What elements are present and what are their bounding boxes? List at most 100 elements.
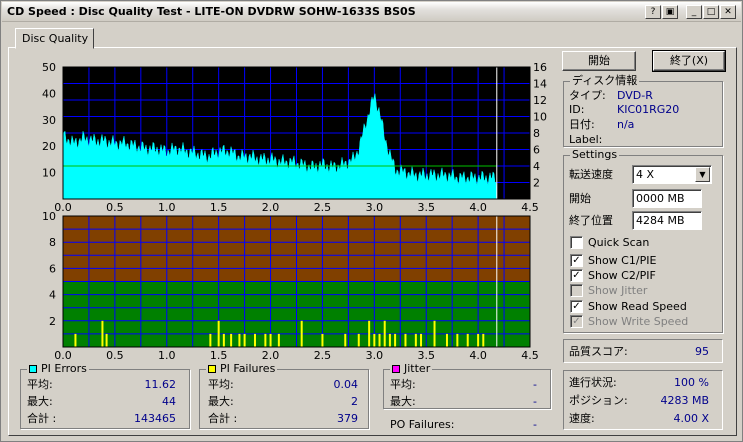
chart2-x-tick: 4.0 bbox=[469, 349, 487, 362]
end-pos-input[interactable]: 4284 MB bbox=[632, 211, 702, 230]
jitter-avg-label: 平均: bbox=[390, 378, 416, 391]
chart2-y-tick: 10 bbox=[42, 210, 56, 223]
chart2-x-tick: 0.5 bbox=[106, 349, 124, 362]
pi-failure-bar bbox=[105, 333, 108, 347]
pi-failures-title: PI Failures bbox=[206, 363, 278, 375]
chart2-y-tick: 2 bbox=[49, 315, 56, 328]
minimize-icon[interactable]: _ bbox=[686, 5, 702, 19]
disc-type-value: DVD-R bbox=[617, 89, 653, 102]
stop-button[interactable]: 終了(X) bbox=[652, 50, 726, 72]
chart1-y-tick-left: 50 bbox=[42, 61, 56, 74]
quality-score-box: 品質スコア: 95 bbox=[563, 339, 723, 363]
pi-errors-group: PI Errors 平均: 11.62 最大: 44 合計 : 143465 bbox=[20, 363, 190, 429]
help-icon[interactable]: ? bbox=[645, 5, 661, 19]
pi-failures-avg-value: 0.04 bbox=[333, 378, 359, 391]
pi-errors-total-label: 合計 : bbox=[27, 412, 57, 425]
pi-errors-chart: 0.0 0.5 1.0 1.5 2.0 2.5 3.0 3.5 4.0 4.5 10 20 30 40 50… bbox=[42, 61, 547, 214]
jitter-avg-value: - bbox=[533, 378, 537, 391]
speed-select-value: 4 X bbox=[636, 168, 655, 181]
show-read-speed-label: Show Read Speed bbox=[588, 300, 687, 313]
disc-id-value: KIC01RG20 bbox=[617, 103, 680, 116]
chart1-y-tick-right: 4 bbox=[533, 160, 540, 173]
disc-id-label: ID: bbox=[569, 103, 585, 116]
pi-failure-bar bbox=[368, 320, 371, 347]
pi-failure-bar bbox=[414, 333, 417, 347]
chevron-down-icon[interactable]: ▼ bbox=[695, 167, 710, 182]
pi-failure-bar bbox=[321, 333, 324, 347]
show-write-speed-checkbox: ✓ bbox=[570, 315, 583, 328]
pi-failure-bar bbox=[217, 320, 220, 347]
chart1-y-tick-left: 40 bbox=[42, 87, 56, 100]
quality-score-value: 95 bbox=[695, 345, 709, 358]
chart1-y-tick-left: 10 bbox=[42, 167, 56, 180]
chart1-x-tick: 2.5 bbox=[314, 201, 332, 214]
pi-failure-bar bbox=[238, 333, 241, 347]
pi-failure-bar bbox=[344, 333, 347, 347]
jitter-color-swatch bbox=[392, 365, 400, 373]
chart1-y-tick-right: 6 bbox=[533, 144, 540, 157]
pi-errors-max-label: 最大: bbox=[27, 395, 53, 408]
pi-failure-bar bbox=[357, 333, 360, 347]
chart2-x-tick: 2.5 bbox=[314, 349, 332, 362]
pi-failures-total-value: 379 bbox=[337, 412, 358, 425]
chart1-y-tick-left: 20 bbox=[42, 140, 56, 153]
chart2-x-tick: 1.0 bbox=[158, 349, 176, 362]
show-c1-checkbox[interactable]: ✓ bbox=[570, 254, 583, 267]
pi-failure-bar bbox=[394, 333, 397, 347]
pi-failures-total-label: 合計 : bbox=[208, 412, 238, 425]
show-c2-checkbox[interactable]: ✓ bbox=[570, 269, 583, 282]
chart1-y-tick-right: 14 bbox=[533, 78, 547, 91]
chart1-x-tick: 1.5 bbox=[210, 201, 228, 214]
pi-failure-bar bbox=[277, 333, 280, 347]
chart1-y-tick-right: 16 bbox=[533, 61, 547, 74]
pi-failure-bar bbox=[445, 333, 448, 347]
pi-errors-max-value: 44 bbox=[162, 395, 176, 408]
position-label: ポジション: bbox=[569, 394, 628, 407]
progress-label: 進行状況: bbox=[569, 376, 617, 389]
jitter-max-label: 最大: bbox=[390, 395, 416, 408]
pi-failure-bar bbox=[253, 333, 256, 347]
chart2-y-tick: 6 bbox=[49, 262, 56, 275]
pi-failure-bar bbox=[404, 333, 407, 347]
po-failures-label: PO Failures: bbox=[390, 418, 455, 431]
quick-scan-label: Quick Scan bbox=[588, 236, 650, 249]
maximize-icon[interactable]: □ bbox=[703, 5, 719, 19]
chart1-x-tick: 4.5 bbox=[521, 201, 539, 214]
end-pos-label: 終了位置 bbox=[569, 214, 613, 227]
chart1-x-tick: 3.0 bbox=[366, 201, 384, 214]
disc-info-group: ディスク情報 タイプ: DVD-R ID: KIC01RG20 日付: n/a … bbox=[563, 75, 723, 147]
pi-errors-avg-label: 平均: bbox=[27, 378, 53, 391]
show-write-speed-label: Show Write Speed bbox=[588, 315, 689, 328]
start-pos-label: 開始 bbox=[569, 192, 591, 205]
restore-icon[interactable]: ▣ bbox=[662, 5, 678, 19]
chart2-y-tick: 8 bbox=[49, 236, 56, 249]
pi-errors-title: PI Errors bbox=[27, 363, 89, 375]
pi-failure-bar bbox=[466, 333, 469, 347]
start-button[interactable]: 開始 bbox=[562, 51, 636, 71]
chart1-x-tick: 0.5 bbox=[106, 201, 124, 214]
pi-failure-bar bbox=[300, 320, 303, 347]
current-speed-label: 速度: bbox=[569, 412, 595, 425]
quick-scan-checkbox[interactable] bbox=[570, 236, 583, 249]
po-failures-value: - bbox=[533, 418, 537, 431]
pi-failure-bar bbox=[477, 333, 480, 347]
settings-title: Settings bbox=[570, 148, 620, 161]
pi-errors-total-value: 143465 bbox=[134, 412, 176, 425]
start-pos-input[interactable]: 0000 MB bbox=[632, 189, 702, 208]
disc-label-label: Label: bbox=[569, 133, 603, 146]
show-jitter-label: Show Jitter bbox=[588, 284, 648, 297]
disc-info-title: ディスク情報 bbox=[570, 74, 640, 87]
pi-failures-color-swatch bbox=[208, 365, 216, 373]
app-window: CD Speed : Disc Quality Test - LITE-ON D… bbox=[0, 0, 743, 442]
jitter-group: Jitter 平均: - 最大: - bbox=[383, 363, 551, 409]
progress-box: 進行状況: 100 % ポジション: 4283 MB 速度: 4.00 X bbox=[563, 370, 723, 430]
pi-failure-bar bbox=[420, 333, 423, 347]
pi-failure-bar bbox=[222, 333, 225, 347]
pi-failure-bar bbox=[230, 333, 233, 347]
quality-score-label: 品質スコア: bbox=[569, 345, 628, 358]
speed-select[interactable]: 4 X ▼ bbox=[632, 165, 712, 184]
chart2-y-tick: 4 bbox=[49, 289, 56, 302]
disc-date-value: n/a bbox=[617, 118, 635, 131]
show-read-speed-checkbox[interactable]: ✓ bbox=[570, 300, 583, 313]
close-icon[interactable]: ✕ bbox=[720, 5, 736, 19]
